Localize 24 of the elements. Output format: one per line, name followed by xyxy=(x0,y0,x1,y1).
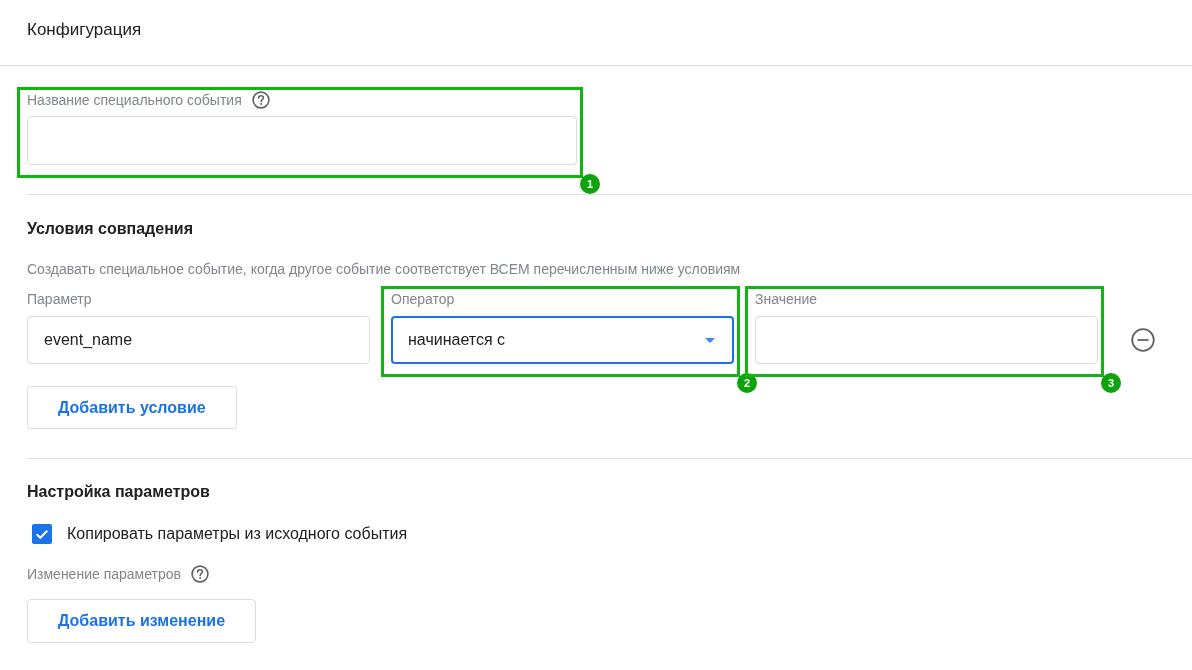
add-modification-button[interactable]: Добавить изменение xyxy=(27,599,257,643)
input-field[interactable] xyxy=(27,116,577,165)
field-label: Значение xyxy=(755,291,818,307)
help-icon[interactable] xyxy=(190,565,209,583)
field-label: Изменение параметров xyxy=(27,566,181,582)
input-field[interactable]: event_name xyxy=(27,316,370,364)
add-condition-button[interactable]: Добавить условие xyxy=(27,386,237,429)
minus-circle-icon[interactable] xyxy=(1131,328,1155,352)
section-description: Создавать специальное событие, когда другое событие соответствует ВСЕМ перечисленным ниже условиям xyxy=(27,261,741,277)
section-title: Настройка параметров xyxy=(27,482,210,502)
caret-icon xyxy=(705,337,715,343)
callout-number: 1 xyxy=(580,174,600,194)
input-field[interactable] xyxy=(755,316,1098,364)
callout-number: 3 xyxy=(1101,373,1121,393)
checkbox-label: Копировать параметры из исходного события xyxy=(67,524,408,544)
field-label: Параметр xyxy=(27,291,92,307)
field-label: Оператор xyxy=(391,291,455,307)
page-title: Конфигурация xyxy=(27,20,142,40)
checkbox[interactable] xyxy=(32,524,52,544)
operator-dropdown[interactable]: начинается с xyxy=(391,316,734,364)
help-icon[interactable] xyxy=(251,91,270,109)
field-label: Название специального события xyxy=(27,92,242,108)
section-title: Условия совпадения xyxy=(27,219,193,239)
checkmark-icon xyxy=(36,529,48,539)
